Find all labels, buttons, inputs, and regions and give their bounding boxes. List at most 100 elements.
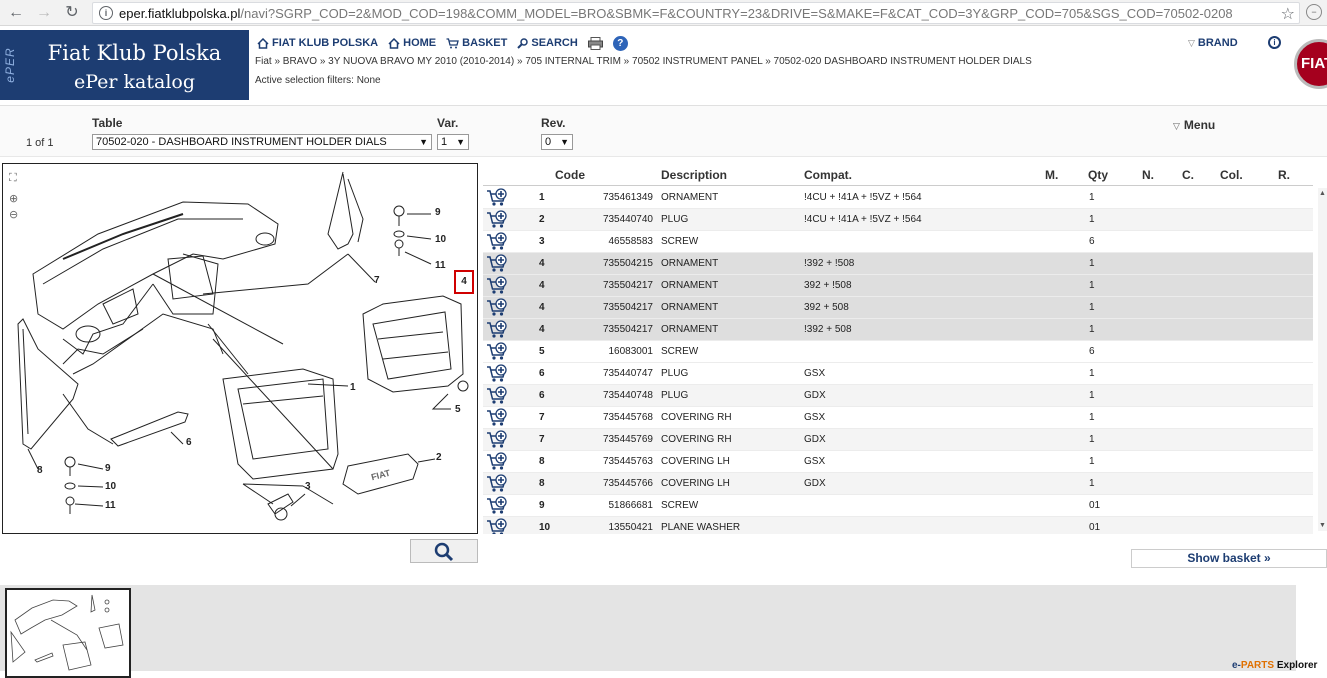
cell-ref: 7 [539,434,545,445]
add-to-basket-icon [487,298,507,316]
table-row[interactable]: 4 735504217 ORNAMENT !392 + 508 1 [483,319,1313,341]
callout-6[interactable]: 6 [186,437,192,448]
table-row[interactable]: 1 735461349 ORNAMENT !4CU + !41A + !5VZ + !… [483,187,1313,209]
table-row[interactable]: 7 735445768 COVERING RH GSX 1 [483,407,1313,429]
add-to-basket-icon [487,210,507,228]
url-text[interactable]: eper.fiatklubpolska.pl/navi?SGRP_COD=2&M… [119,6,1269,21]
col-description[interactable]: Description [661,168,727,182]
callout-4-selected[interactable]: 4 [454,270,474,294]
zoom-in-icon[interactable]: ⊕ [9,192,18,205]
nav-fiat-klub-polska[interactable]: FIAT KLUB POLSKA [257,37,378,49]
table-row[interactable]: 4 735504217 ORNAMENT 392 + !508 1 [483,275,1313,297]
var-select[interactable]: 1 ▼ [437,134,469,150]
cell-compat: GSX [804,368,826,379]
exploded-parts-drawing[interactable]: ⛶ ⊕ ⊖ 9 10 11 7 4 1 5 6 8 9 10 11 3 2 FI… [2,163,478,534]
table-select[interactable]: 70502-020 - DASHBOARD INSTRUMENT HOLDER … [92,134,432,150]
forward-arrow-icon[interactable]: → [34,3,54,23]
table-row[interactable]: 4 735504215 ORNAMENT !392 + !508 1 [483,253,1313,275]
table-row[interactable]: 8 735445766 COVERING LH GDX 1 [483,473,1313,495]
cell-code[interactable]: 16083001 [565,346,654,357]
cell-code[interactable]: 735504217 [565,302,653,313]
site-info-icon[interactable]: i [99,6,113,20]
scroll-down-icon[interactable]: ▼ [1319,522,1326,529]
callout-8[interactable]: 8 [37,465,43,476]
table-row[interactable]: 6 735440748 PLUG GDX 1 [483,385,1313,407]
col-qty[interactable]: Qty [1088,168,1108,182]
nav-home[interactable]: HOME [388,37,436,49]
cell-code[interactable]: 735504217 [565,280,653,291]
var-select-value: 1 [441,136,448,148]
cell-code[interactable]: 735445763 [565,456,653,467]
table-row[interactable]: 4 735504217 ORNAMENT 392 + 508 1 [483,297,1313,319]
brand-dropdown[interactable]: ▽ BRAND [1188,37,1238,49]
address-bar[interactable]: i eper.fiatklubpolska.pl/navi?SGRP_COD=2… [92,2,1300,24]
breadcrumb[interactable]: Fiat » BRAVO » 3Y NUOVA BRAVO MY 2010 (2… [255,56,1032,67]
cell-code[interactable]: 735461349 [565,192,653,203]
chevron-down-icon: ▼ [456,137,465,147]
callout-10b[interactable]: 10 [105,481,116,492]
table-row[interactable]: 7 735445769 COVERING RH GDX 1 [483,429,1313,451]
callout-10[interactable]: 10 [435,234,446,245]
cell-code[interactable]: 735504217 [565,324,653,335]
callout-9b[interactable]: 9 [105,463,111,474]
table-row[interactable]: 6 735440747 PLUG GSX 1 [483,363,1313,385]
site-logo[interactable]: Fiat Klub Polska ePer katalog [20,30,249,100]
extension-icon[interactable]: − [1306,4,1322,20]
table-row[interactable]: 5 16083001 SCREW 6 [483,341,1313,363]
col-c[interactable]: C. [1182,168,1194,182]
zoom-out-icon[interactable]: ⊖ [9,208,18,221]
reload-icon[interactable]: ↻ [62,3,82,23]
callout-5[interactable]: 5 [455,404,461,415]
cell-code[interactable]: 735440740 [565,214,653,225]
callout-2[interactable]: 2 [436,452,442,463]
table-row[interactable]: 3 46558583 SCREW 6 [483,231,1313,253]
callout-11b[interactable]: 11 [105,500,116,511]
magnify-button[interactable] [410,539,478,563]
callout-7[interactable]: 7 [374,275,380,286]
fit-view-icon[interactable]: ⛶ [9,172,17,185]
table-row[interactable]: 2 735440740 PLUG !4CU + !41A + !5VZ + !564 1 [483,209,1313,231]
col-m[interactable]: M. [1045,168,1058,182]
info-icon[interactable]: i [1268,36,1281,49]
callout-11[interactable]: 11 [435,260,446,271]
drawing-thumbnail[interactable] [5,588,131,678]
parts-scrollbar[interactable]: ▲ ▼ [1318,188,1327,531]
table-row[interactable]: 10 13550421 PLANE WASHER 01 [483,517,1313,534]
back-arrow-icon[interactable]: ← [6,3,26,23]
bookmark-star-icon[interactable]: ☆ [1281,4,1295,24]
cell-qty: 1 [1089,368,1095,379]
add-to-basket-icon [487,364,507,382]
col-r[interactable]: R. [1278,168,1290,182]
active-filters: Active selection filters: None [255,75,381,86]
help-icon[interactable]: ? [612,35,628,51]
col-col[interactable]: Col. [1220,168,1243,182]
cell-description: SCREW [661,236,699,247]
rev-label: Rev. [541,116,566,130]
cell-code[interactable]: 735445766 [565,478,653,489]
cell-code[interactable]: 735440748 [565,390,653,401]
callout-1[interactable]: 1 [350,382,356,393]
col-n[interactable]: N. [1142,168,1154,182]
nav-search[interactable]: SEARCH [517,37,578,49]
rev-select[interactable]: 0 ▼ [541,134,573,150]
show-basket-button[interactable]: Show basket » [1131,549,1327,568]
menu-button[interactable]: ▽ Menu [1173,118,1215,132]
col-compat[interactable]: Compat. [804,168,852,182]
cell-code[interactable]: 735440747 [565,368,653,379]
cell-description: PLUG [661,214,689,225]
callout-3[interactable]: 3 [305,481,311,492]
col-code[interactable]: Code [555,168,585,182]
nav-basket[interactable]: BASKET [446,37,507,49]
table-row[interactable]: 9 51866681 SCREW 01 [483,495,1313,517]
scroll-up-icon[interactable]: ▲ [1319,190,1326,197]
cell-code[interactable]: 46558583 [565,236,654,247]
cell-ref: 2 [539,214,545,225]
cell-code[interactable]: 735504215 [565,258,653,269]
table-row[interactable]: 8 735445763 COVERING LH GSX 1 [483,451,1313,473]
cell-code[interactable]: 13550421 [565,522,654,533]
cell-code[interactable]: 735445768 [565,412,653,423]
cell-code[interactable]: 735445769 [565,434,653,445]
cell-code[interactable]: 51866681 [565,500,654,511]
print-icon[interactable] [587,36,603,50]
callout-9[interactable]: 9 [435,207,441,218]
